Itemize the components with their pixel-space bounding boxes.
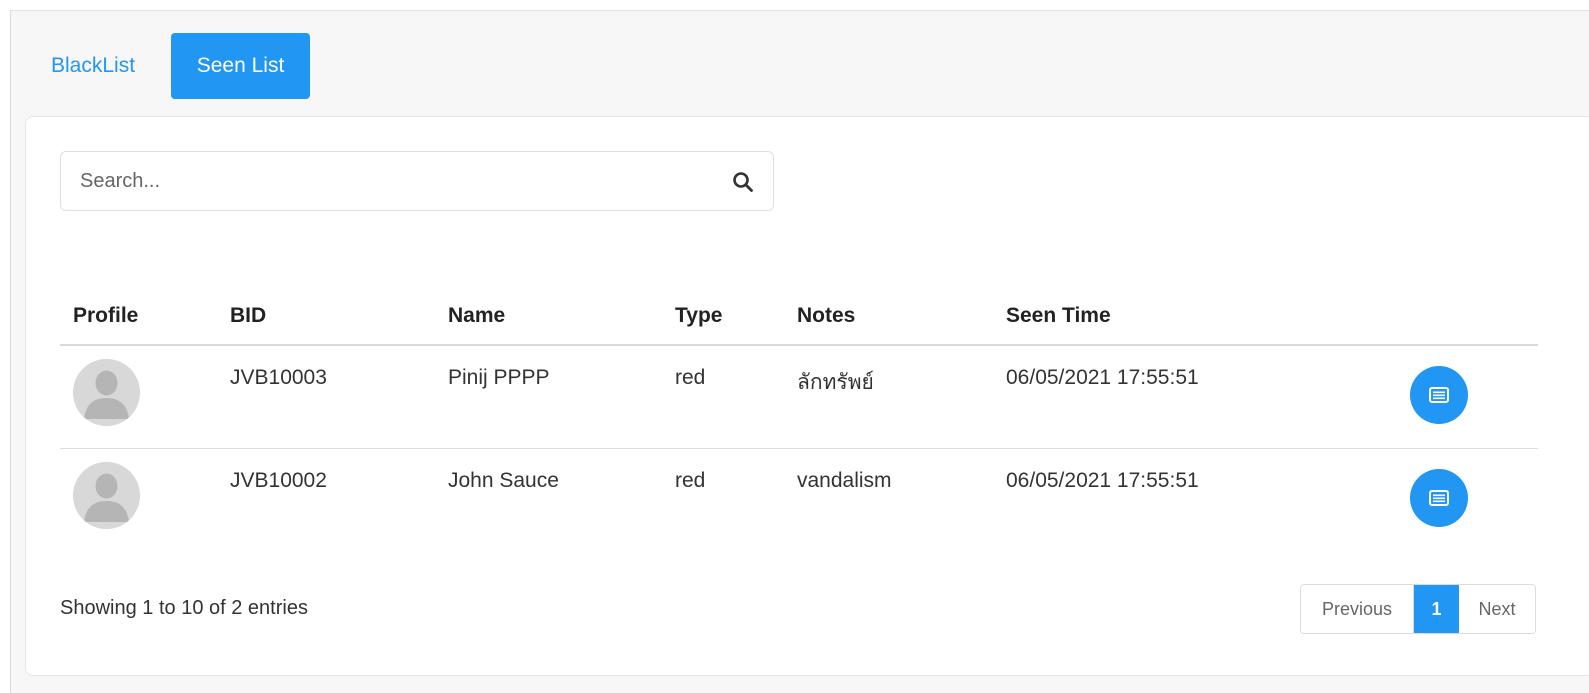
seen-time-cell: 06/05/2021 17:55:51 <box>1006 468 1199 492</box>
search-box <box>60 151 774 211</box>
table-header-row: Profile BID Name Type Notes Seen Time <box>60 287 1538 346</box>
pagination: Previous 1 Next <box>1300 584 1536 634</box>
pagination-previous-button[interactable]: Previous <box>1301 585 1414 633</box>
list-detail-icon <box>1429 387 1449 403</box>
column-header-notes: Notes <box>784 287 993 346</box>
tab-bar: BlackList Seen List <box>35 33 310 99</box>
notes-cell: ลักทรัพย์ <box>784 345 993 449</box>
table-row: JVB10003 Pinij PPPP red ลักทรัพย์ 06/05/… <box>60 345 1538 449</box>
column-header-profile: Profile <box>60 287 217 346</box>
user-silhouette-icon <box>73 461 140 529</box>
pagination-page-1[interactable]: 1 <box>1414 585 1459 633</box>
notes-cell: vandalism <box>797 468 892 492</box>
name-cell: Pinij PPPP <box>435 345 662 449</box>
seen-table: Profile BID Name Type Notes Seen Time JV… <box>60 287 1538 551</box>
user-silhouette-icon <box>73 359 140 426</box>
view-detail-button[interactable] <box>1410 468 1468 527</box>
column-header-type: Type <box>662 287 784 346</box>
bid-cell: JVB10003 <box>217 345 435 449</box>
column-header-seen-time: Seen Time <box>993 287 1397 346</box>
tab-blacklist[interactable]: BlackList <box>35 33 171 99</box>
table-row: JVB10002 John Sauce red vandalism 06/05/… <box>60 448 1538 551</box>
type-cell: red <box>662 345 784 449</box>
view-detail-button[interactable] <box>1410 366 1468 424</box>
action-cell <box>1397 345 1538 449</box>
column-header-bid: BID <box>217 287 435 346</box>
column-header-actions <box>1397 287 1538 346</box>
tab-seen-list[interactable]: Seen List <box>171 33 310 99</box>
search-icon[interactable] <box>731 170 755 194</box>
profile-cell <box>60 345 217 449</box>
search-input[interactable] <box>62 153 702 209</box>
entries-info: Showing 1 to 10 of 2 entries <box>60 597 308 619</box>
list-detail-icon <box>1429 489 1449 506</box>
seen-time-cell: 06/05/2021 17:55:51 <box>993 345 1397 449</box>
name-cell: John Sauce <box>448 468 559 492</box>
profile-cell <box>60 448 217 551</box>
bid-cell: JVB10002 <box>230 468 327 492</box>
action-cell <box>1397 448 1538 551</box>
column-header-name: Name <box>435 287 662 346</box>
pagination-next-button[interactable]: Next <box>1459 585 1535 633</box>
seen-list-card: Profile BID Name Type Notes Seen Time <box>25 116 1589 676</box>
page-frame: BlackList Seen List Profile <box>10 10 1589 693</box>
type-cell: red <box>675 468 706 492</box>
